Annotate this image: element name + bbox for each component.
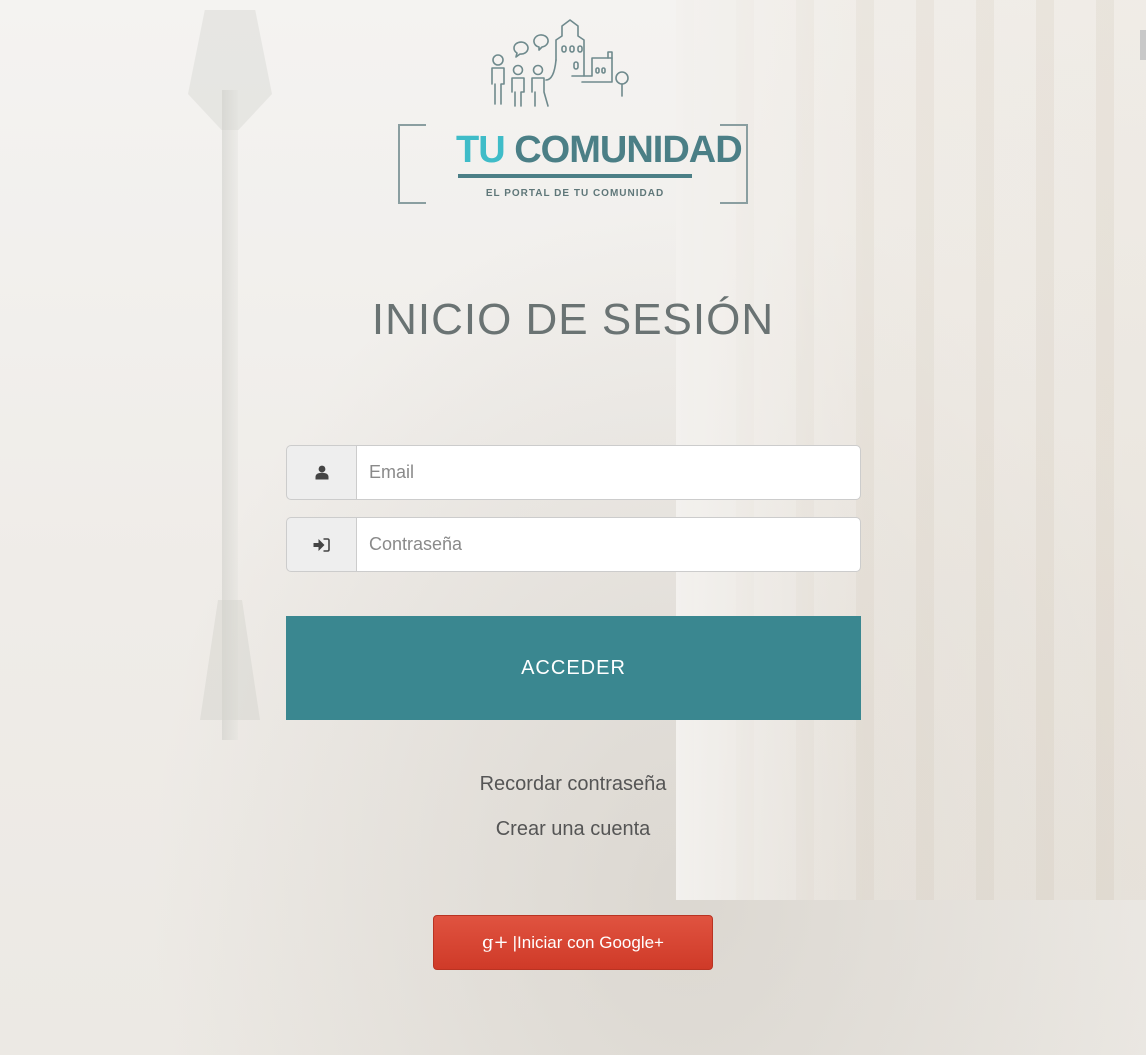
user-icon — [286, 445, 356, 500]
email-field[interactable] — [356, 445, 861, 500]
brand-tagline: EL PORTAL DE TU COMUNIDAD — [485, 188, 665, 199]
brand-logo: TU COMUNIDAD EL PORTAL DE TU COMUNIDAD — [398, 18, 748, 208]
logo-bracket-left — [398, 124, 426, 204]
sign-in-icon — [286, 517, 356, 572]
google-login-button[interactable]: g+ |Iniciar con Google+ — [433, 915, 713, 970]
create-account-link[interactable]: Crear una cuenta — [0, 818, 1146, 841]
brand-name: TU COMUNIDAD — [456, 128, 743, 172]
logo-rule — [458, 174, 692, 178]
login-page: TU COMUNIDAD EL PORTAL DE TU COMUNIDAD I… — [0, 0, 1146, 1055]
password-input-group — [286, 517, 861, 572]
community-pictogram-icon — [491, 19, 629, 107]
user-icon-glyph — [315, 465, 328, 480]
password-field[interactable] — [356, 517, 861, 572]
remember-password-link[interactable]: Recordar contraseña — [0, 773, 1146, 796]
google-login-label: |Iniciar con Google+ — [512, 932, 664, 952]
sign-in-icon-glyph — [313, 537, 330, 552]
login-button[interactable]: ACCEDER — [286, 616, 861, 720]
brand-name-tu: TU — [456, 129, 506, 171]
google-plus-icon: g+ — [482, 932, 509, 953]
page-title: INICIO DE SESIÓN — [371, 295, 775, 344]
email-input-group — [286, 445, 861, 500]
brand-name-comunidad: COMUNIDAD — [514, 129, 742, 171]
